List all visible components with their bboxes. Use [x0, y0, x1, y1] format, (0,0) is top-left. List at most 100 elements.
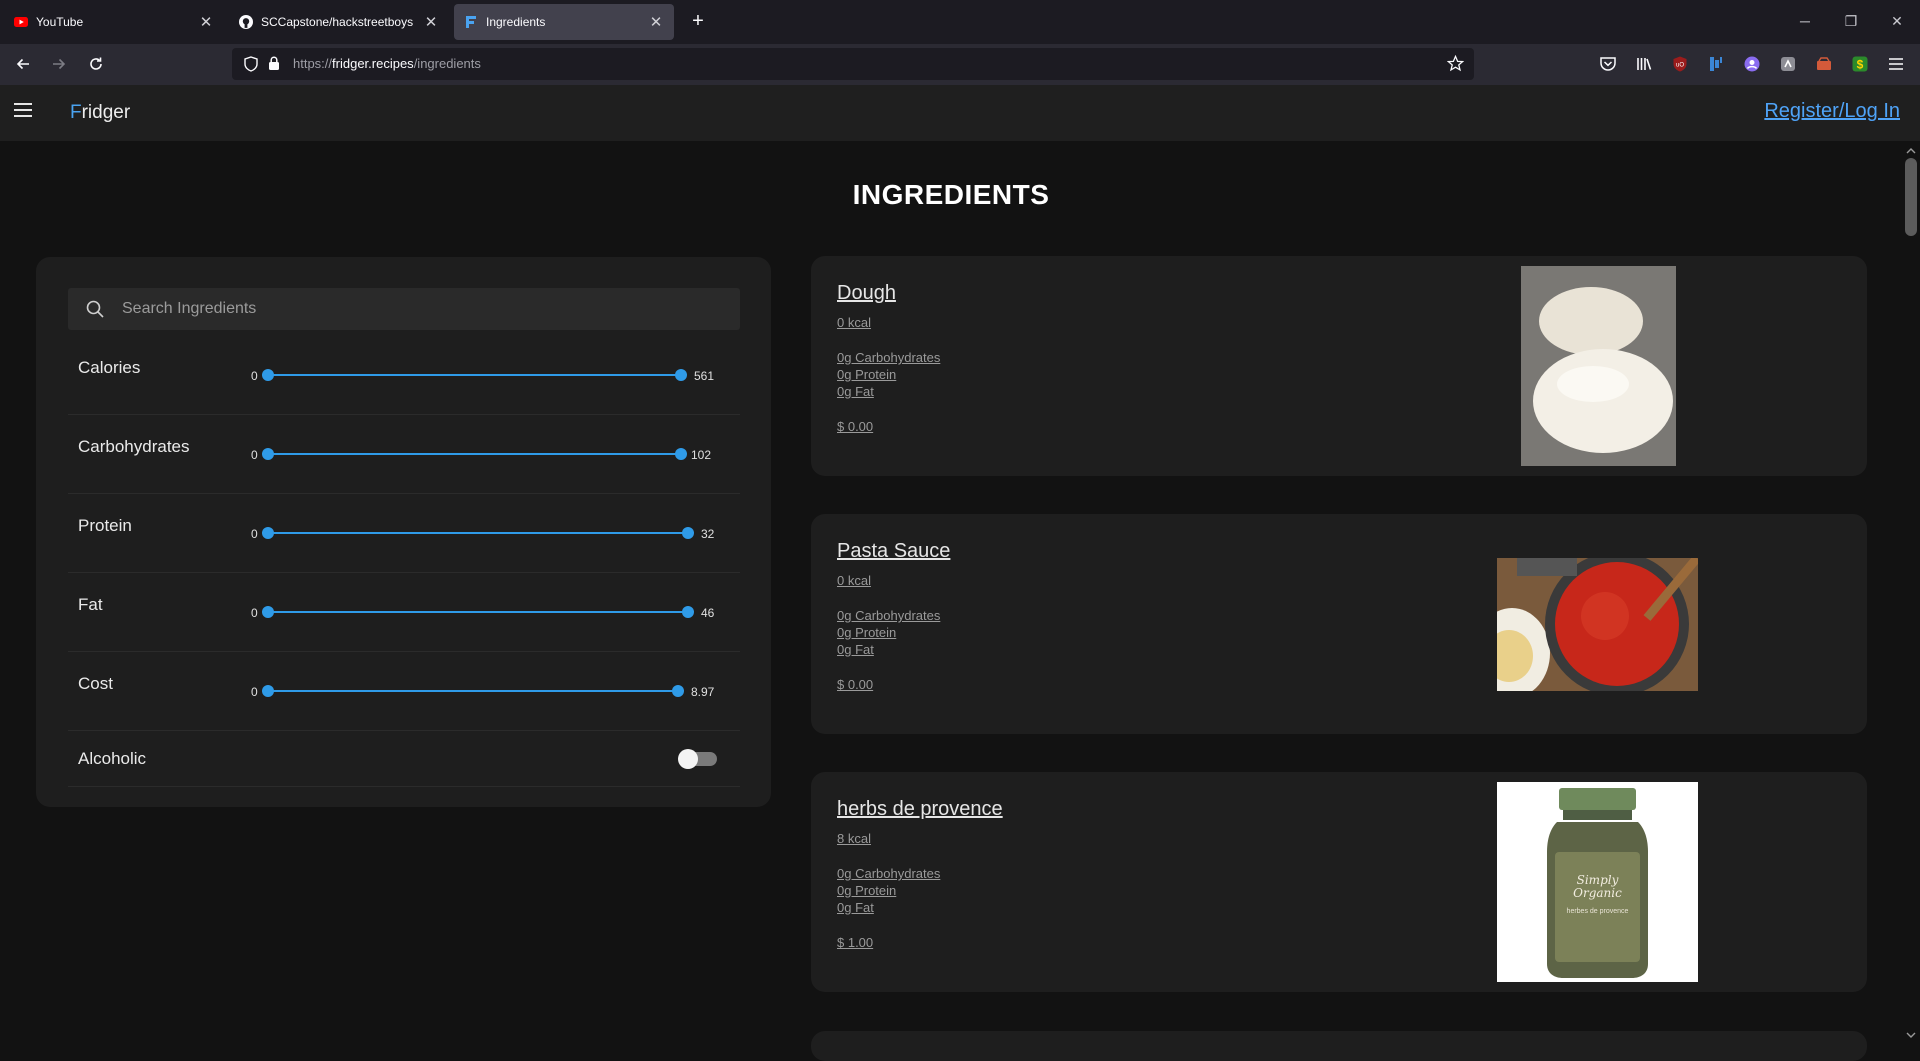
github-icon: [239, 15, 253, 29]
slider-min-handle[interactable]: [262, 448, 274, 460]
slider-min-handle[interactable]: [262, 606, 274, 618]
brand-logo[interactable]: Fridger: [70, 102, 130, 124]
slider-max-handle[interactable]: [675, 369, 687, 381]
tab-github[interactable]: SCCapstone/hackstreetboys ✕: [229, 4, 449, 40]
slider-max-handle[interactable]: [682, 527, 694, 539]
ingredient-card[interactable]: Pasta Sauce 0 kcal 0g Carbohydrates 0g P…: [811, 514, 1867, 734]
dollar-extension-icon[interactable]: $: [1850, 54, 1870, 74]
page-title: INGREDIENTS: [852, 179, 1050, 210]
ingredient-kcal[interactable]: 0 kcal: [837, 573, 871, 588]
new-tab-button[interactable]: +: [686, 10, 710, 34]
filter-label: Calories: [78, 358, 141, 377]
slider-min-handle[interactable]: [262, 527, 274, 539]
ingredient-card[interactable]: Dough 0 kcal 0g Carbohydrates 0g Protein…: [811, 256, 1867, 476]
filter-label: Cost: [78, 674, 113, 693]
puzzle-extension-icon[interactable]: [1778, 54, 1798, 74]
restore-button[interactable]: ❐: [1836, 8, 1866, 34]
search-icon: [68, 300, 122, 318]
ingredient-card[interactable]: herbs de provence 8 kcal 0g Carbohydrate…: [811, 772, 1867, 992]
ingredient-card[interactable]: [811, 1031, 1867, 1061]
slider-max-value: 102: [691, 448, 712, 462]
slider-track[interactable]: [268, 374, 681, 376]
filter-label: Carbohydrates: [78, 437, 190, 456]
slider-min-value: 0: [251, 448, 258, 462]
tab-youtube[interactable]: YouTube ✕: [4, 4, 224, 40]
profile-extension-icon[interactable]: [1742, 54, 1762, 74]
menu-icon[interactable]: [14, 103, 32, 117]
tab-ingredients[interactable]: Ingredients ✕: [454, 4, 674, 40]
tab-title: Ingredients: [486, 15, 546, 29]
carbohydrates-filter: Carbohydrates 0 102: [68, 415, 740, 494]
slider-max-handle[interactable]: [682, 606, 694, 618]
slider-track[interactable]: [268, 611, 688, 613]
reload-button[interactable]: [84, 52, 108, 76]
scrollbar-thumb[interactable]: [1905, 158, 1917, 236]
filter-label: Protein: [78, 516, 132, 535]
slider-min-value: 0: [251, 527, 258, 541]
url-text: https://fridger.recipes/ingredients: [293, 56, 481, 71]
minimize-button[interactable]: ─: [1790, 8, 1820, 34]
bitwarden-extension-icon[interactable]: [1706, 54, 1726, 74]
search-input[interactable]: [122, 300, 702, 318]
shield-icon[interactable]: [244, 56, 258, 77]
pocket-icon[interactable]: [1598, 54, 1618, 74]
slider-track[interactable]: [268, 690, 678, 692]
ingredient-protein[interactable]: 0g Protein: [837, 367, 896, 382]
alcoholic-toggle[interactable]: [678, 749, 717, 769]
bookmark-star-icon[interactable]: [1446, 54, 1465, 77]
fridger-icon: [464, 15, 478, 29]
ingredient-fat[interactable]: 0g Fat: [837, 642, 874, 657]
ingredient-name[interactable]: herbs de provence: [837, 798, 1003, 821]
ingredient-carbs[interactable]: 0g Carbohydrates: [837, 608, 940, 623]
browser-tab-bar: YouTube ✕ SCCapstone/hackstreetboys ✕ In…: [0, 0, 1920, 44]
jar-product-text: herbes de provence: [1566, 908, 1629, 915]
slider-max-value: 32: [701, 527, 715, 541]
address-bar[interactable]: https://fridger.recipes/ingredients: [232, 48, 1474, 80]
slider-track[interactable]: [268, 453, 681, 455]
slider-max-value: 8.97: [691, 685, 715, 699]
ingredient-fat[interactable]: 0g Fat: [837, 900, 874, 915]
browser-nav-bar: https://fridger.recipes/ingredients uO $: [0, 44, 1920, 85]
page-scrollbar[interactable]: [1902, 146, 1920, 1040]
ingredient-protein[interactable]: 0g Protein: [837, 883, 896, 898]
close-icon[interactable]: ✕: [198, 13, 214, 31]
forward-button[interactable]: [47, 52, 71, 76]
ingredient-cost[interactable]: $ 0.00: [837, 677, 873, 692]
toggle-knob: [678, 749, 698, 769]
tab-title: YouTube: [36, 15, 84, 29]
tab-title: SCCapstone/hackstreetboys: [261, 15, 414, 29]
slider-max-value: 46: [701, 606, 715, 620]
ublock-icon[interactable]: uO: [1670, 54, 1690, 74]
dough-image: [1521, 266, 1676, 466]
main-content: INGREDIENTS Calories 0 561 Carbohydrates…: [0, 141, 1920, 1061]
ingredient-cost[interactable]: $ 0.00: [837, 419, 873, 434]
filter-label: Fat: [78, 595, 103, 614]
slider-max-handle[interactable]: [675, 448, 687, 460]
slider-min-value: 0: [251, 369, 258, 383]
lock-icon[interactable]: [268, 56, 280, 76]
svg-text:$: $: [1857, 58, 1864, 72]
close-window-button[interactable]: ✕: [1882, 8, 1912, 34]
close-icon[interactable]: ✕: [423, 13, 439, 31]
library-icon[interactable]: [1634, 54, 1654, 74]
slider-track[interactable]: [268, 532, 688, 534]
register-login-link[interactable]: Register/Log In: [1764, 100, 1900, 123]
ingredient-kcal[interactable]: 8 kcal: [837, 831, 871, 846]
ingredient-fat[interactable]: 0g Fat: [837, 384, 874, 399]
slider-min-handle[interactable]: [262, 369, 274, 381]
container-extension-icon[interactable]: [1814, 54, 1834, 74]
close-icon[interactable]: ✕: [648, 13, 664, 31]
slider-max-handle[interactable]: [672, 685, 684, 697]
slider-min-handle[interactable]: [262, 685, 274, 697]
back-button[interactable]: [11, 52, 35, 76]
svg-text:uO: uO: [1676, 63, 1684, 69]
ingredient-cost[interactable]: $ 1.00: [837, 935, 873, 950]
ingredient-name[interactable]: Pasta Sauce: [837, 540, 950, 563]
app-menu-icon[interactable]: [1886, 54, 1906, 74]
ingredient-protein[interactable]: 0g Protein: [837, 625, 896, 640]
ingredient-name[interactable]: Dough: [837, 282, 896, 305]
ingredient-carbs[interactable]: 0g Carbohydrates: [837, 866, 940, 881]
ingredient-kcal[interactable]: 0 kcal: [837, 315, 871, 330]
ingredient-carbs[interactable]: 0g Carbohydrates: [837, 350, 940, 365]
search-bar[interactable]: [68, 288, 740, 330]
